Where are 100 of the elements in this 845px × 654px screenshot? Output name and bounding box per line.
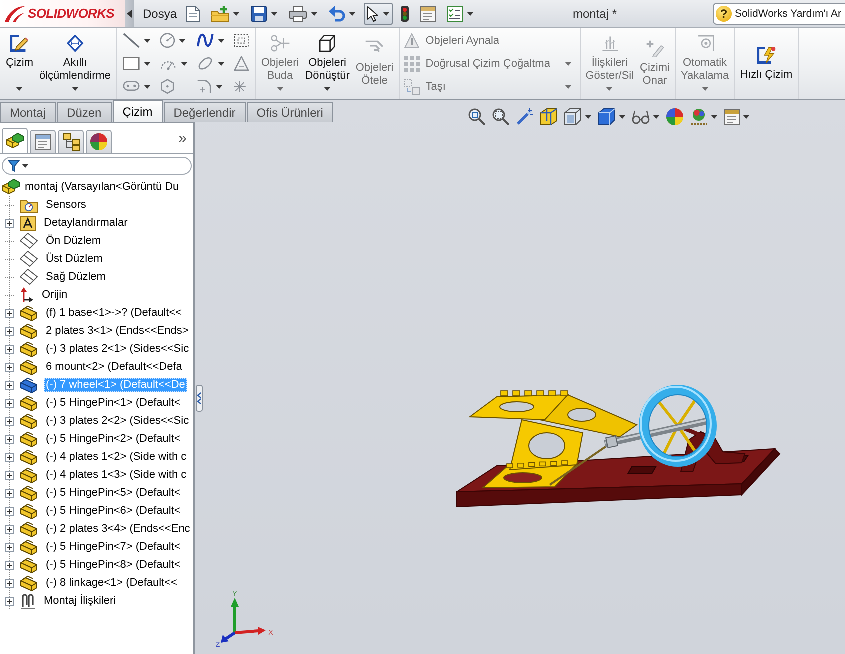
line-button[interactable] bbox=[122, 30, 152, 50]
expand-icon[interactable] bbox=[5, 218, 14, 228]
expand-icon[interactable] bbox=[5, 362, 14, 372]
z-axis-arrow bbox=[221, 632, 236, 643]
caret-icon bbox=[619, 115, 626, 119]
caret-icon[interactable] bbox=[22, 164, 29, 168]
caret-icon bbox=[324, 87, 332, 91]
caret-icon bbox=[311, 12, 318, 16]
expand-icon[interactable] bbox=[5, 560, 14, 570]
command-tab[interactable]: Ofis Ürünleri bbox=[246, 102, 334, 122]
caret-icon bbox=[16, 87, 24, 91]
logo-text: SOLIDWORKS bbox=[28, 6, 115, 21]
file-menu[interactable]: Dosya bbox=[140, 4, 180, 22]
collapse-handle-icon[interactable] bbox=[196, 385, 203, 412]
tree-item[interactable]: Ön Düzlem bbox=[44, 234, 104, 248]
caret-icon bbox=[564, 62, 572, 66]
filter-icon[interactable] bbox=[8, 160, 20, 172]
expand-icon[interactable] bbox=[5, 596, 14, 606]
collapse-caret-icon bbox=[127, 10, 132, 18]
display-manager-tab[interactable] bbox=[86, 130, 112, 153]
zoom-area-icon bbox=[492, 108, 510, 126]
sketch-button[interactable]: Çizim bbox=[3, 28, 36, 99]
previous-view-button[interactable] bbox=[516, 108, 534, 126]
expand-icon[interactable] bbox=[5, 470, 14, 480]
dashed-rectangle-icon bbox=[234, 34, 250, 48]
tree-item[interactable]: (-) 5 HingePin<7> (Default< bbox=[44, 540, 183, 554]
hide-show-button[interactable] bbox=[632, 109, 660, 125]
expand-icon[interactable] bbox=[5, 344, 14, 354]
expand-icon[interactable] bbox=[5, 524, 14, 534]
expand-icon[interactable] bbox=[5, 308, 14, 318]
expand-icon[interactable] bbox=[5, 380, 14, 390]
tree-item[interactable]: (-) 3 plates 2<2> (Sides<<Sic bbox=[44, 414, 192, 428]
expand-icon[interactable] bbox=[5, 434, 14, 444]
tree-item[interactable]: (-) 4 plates 1<2> (Side with c bbox=[44, 450, 189, 464]
expand-icon[interactable] bbox=[5, 398, 14, 408]
rapid-sketch-button[interactable]: Hızlı Çizim bbox=[737, 28, 796, 99]
origin-icon bbox=[20, 287, 34, 303]
tree-item[interactable]: Üst Düzlem bbox=[44, 252, 105, 266]
expand-icon[interactable] bbox=[5, 578, 14, 588]
expand-icon[interactable] bbox=[5, 488, 14, 498]
edit-appearance-button[interactable] bbox=[666, 108, 684, 126]
tree-item[interactable]: 6 mount<2> (Default<<Defa bbox=[44, 360, 184, 374]
part-icon bbox=[20, 485, 38, 501]
move-icon bbox=[404, 78, 420, 94]
rectangle-icon bbox=[123, 56, 140, 70]
command-tab[interactable]: Düzen bbox=[57, 102, 112, 122]
command-tab[interactable]: Değerlendir bbox=[164, 102, 246, 122]
convert-button[interactable]: Objeleri Dönüştür bbox=[302, 28, 353, 99]
collapse-button[interactable] bbox=[125, 0, 134, 27]
view-settings-button[interactable] bbox=[724, 109, 750, 125]
part-icon bbox=[20, 467, 38, 483]
sensor-folder-icon bbox=[20, 198, 38, 212]
tree-item[interactable]: 2 plates 3<1> (Ends<<Ends> bbox=[44, 324, 191, 338]
traffic-light-icon bbox=[401, 6, 410, 22]
tree-item[interactable]: (-) 2 plates 3<4> (Ends<<Enc bbox=[44, 522, 192, 536]
page-icon bbox=[186, 6, 200, 22]
apply-scene-button[interactable] bbox=[690, 108, 718, 126]
expand-icon[interactable] bbox=[5, 416, 14, 426]
part-icon bbox=[20, 557, 38, 573]
zoom-to-fit-button[interactable] bbox=[468, 108, 486, 126]
expand-icon[interactable] bbox=[5, 506, 14, 516]
tree-item[interactable]: (-) 8 linkage<1> (Default<< bbox=[44, 576, 180, 590]
select-button[interactable] bbox=[364, 2, 394, 24]
zoom-area-button[interactable] bbox=[492, 108, 510, 126]
display-style-button[interactable] bbox=[598, 108, 626, 126]
tree-item[interactable]: (-) 5 HingePin<6> (Default< bbox=[44, 504, 183, 518]
property-manager-tab[interactable] bbox=[30, 130, 56, 153]
tree-item[interactable]: Detaylandırmalar bbox=[42, 216, 130, 230]
tree-item[interactable]: Orijin bbox=[40, 288, 70, 302]
part-icon bbox=[20, 503, 38, 519]
view-orientation-button[interactable] bbox=[564, 108, 592, 126]
tree-item[interactable]: (-) 5 HingePin<5> (Default< bbox=[44, 486, 183, 500]
expand-icon[interactable] bbox=[5, 452, 14, 462]
expand-icon[interactable] bbox=[5, 542, 14, 552]
caret-icon bbox=[144, 84, 152, 88]
tree-item[interactable]: (-) 3 plates 2<1> (Sides<<Sic bbox=[44, 342, 192, 356]
spline-icon bbox=[197, 32, 214, 48]
tree-item[interactable]: Sağ Düzlem bbox=[44, 270, 108, 284]
command-tab[interactable]: Çizim bbox=[112, 100, 163, 122]
section-view-button[interactable] bbox=[540, 108, 558, 126]
configuration-manager-tab[interactable] bbox=[58, 130, 84, 153]
more-tabs-button[interactable]: » bbox=[174, 130, 191, 146]
tree-item[interactable]: montaj (Varsayılan<Görüntü Du bbox=[23, 180, 182, 194]
caret-icon bbox=[216, 84, 224, 88]
part-icon bbox=[20, 431, 38, 447]
tree-item[interactable]: (-) 5 HingePin<2> (Default< bbox=[44, 432, 183, 446]
expand-icon[interactable] bbox=[5, 326, 14, 336]
smart-dimension-button[interactable]: Akıllı ölçümlendirme bbox=[36, 28, 114, 99]
tree-item[interactable]: Montaj İlişkileri bbox=[42, 594, 118, 608]
tree-item[interactable]: (-) 5 HingePin<1> (Default< bbox=[44, 396, 183, 410]
tree-item[interactable]: (-) 4 plates 1<3> (Side with c bbox=[44, 468, 189, 482]
tree-item[interactable]: (f) 1 base<1>->? (Default<< bbox=[44, 306, 184, 320]
tree-item[interactable]: (-) 5 HingePin<8> (Default< bbox=[44, 558, 183, 572]
feature-tree-tab[interactable] bbox=[2, 128, 28, 153]
tree-item[interactable]: Sensors bbox=[44, 198, 88, 212]
scene-icon bbox=[690, 108, 708, 126]
slot-icon bbox=[123, 81, 140, 92]
filter-field[interactable] bbox=[2, 157, 192, 175]
part-icon bbox=[20, 377, 38, 393]
command-tab[interactable]: Montaj bbox=[0, 102, 56, 122]
